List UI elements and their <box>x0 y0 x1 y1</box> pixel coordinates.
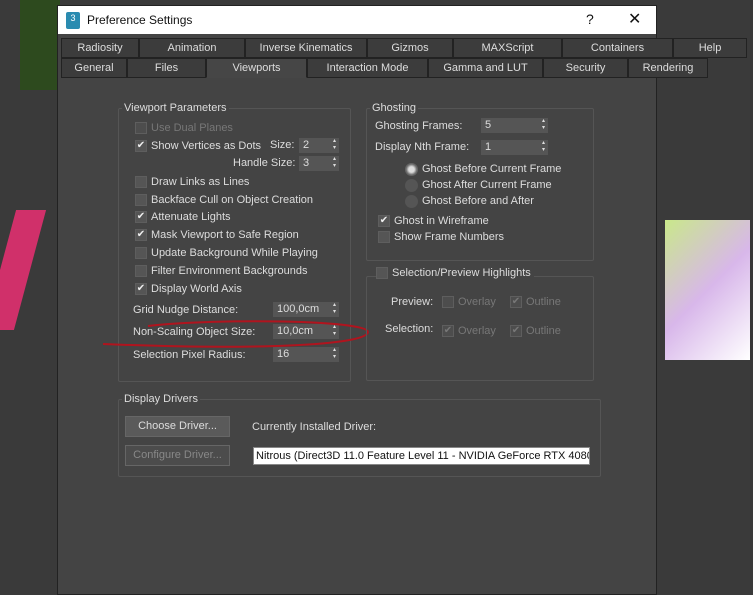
tab-inverse-kinematics[interactable]: Inverse Kinematics <box>245 38 367 58</box>
group-title: Viewport Parameters <box>122 102 229 114</box>
group-title: Ghosting <box>370 102 419 114</box>
checkbox[interactable]: ✔ <box>135 211 147 223</box>
checkbox[interactable] <box>135 194 147 206</box>
tab-maxscript[interactable]: MAXScript <box>453 38 562 58</box>
viewport-pastel-object <box>665 220 750 360</box>
label: Filter Environment Backgrounds <box>151 265 308 277</box>
label: Attenuate Lights <box>151 211 231 223</box>
mask-viewport-checkbox[interactable]: ✔ Mask Viewport to Safe Region <box>135 227 299 243</box>
label: Ghost After Current Frame <box>422 179 552 191</box>
close-button[interactable]: ✕ <box>628 9 641 29</box>
checkbox[interactable]: ✔ <box>135 140 147 152</box>
use-dual-planes-checkbox[interactable]: Use Dual Planes <box>135 120 233 136</box>
tab-security[interactable]: Security <box>543 58 628 78</box>
preview-overlay-checkbox[interactable]: Overlay <box>442 294 496 310</box>
label: Overlay <box>458 325 496 337</box>
label: Update Background While Playing <box>151 247 318 259</box>
draw-links-checkbox[interactable]: Draw Links as Lines <box>135 174 249 190</box>
checkbox[interactable]: ✔ <box>510 296 522 308</box>
label: Show Vertices as Dots <box>151 140 262 152</box>
label: Mask Viewport to Safe Region <box>151 229 299 241</box>
tab-help[interactable]: Help <box>673 38 747 58</box>
label: Overlay <box>458 296 496 308</box>
preference-settings-dialog: 3 Preference Settings ? ✕ Radiosity Anima… <box>57 5 747 595</box>
nth-frame-label: Display Nth Frame: <box>375 141 470 153</box>
checkbox[interactable] <box>135 122 147 134</box>
group-title: Display Drivers <box>122 393 200 405</box>
show-frame-numbers-checkbox[interactable]: Show Frame Numbers <box>378 229 504 245</box>
checkbox[interactable] <box>135 265 147 277</box>
handle-size-spinner[interactable]: 3 <box>299 156 339 171</box>
configure-driver-button[interactable]: Configure Driver... <box>125 445 230 466</box>
filter-env-checkbox[interactable]: Filter Environment Backgrounds <box>135 263 308 279</box>
window-title: Preference Settings <box>87 13 193 27</box>
tab-gamma-and-lut[interactable]: Gamma and LUT <box>428 58 543 78</box>
label: Ghost Before and After <box>422 195 534 207</box>
viewport-green-object <box>20 0 60 90</box>
checkbox[interactable]: ✔ <box>135 229 147 241</box>
radio[interactable] <box>405 194 418 208</box>
checkbox[interactable] <box>135 247 147 259</box>
choose-driver-button[interactable]: Choose Driver... <box>125 416 230 437</box>
ghost-wireframe-checkbox[interactable]: ✔ Ghost in Wireframe <box>378 213 489 229</box>
label: Selection/Preview Highlights <box>392 267 531 279</box>
tab-containers[interactable]: Containers <box>562 38 673 58</box>
size-spinner[interactable]: 2 <box>299 138 339 153</box>
checkbox[interactable]: ✔ <box>510 325 522 337</box>
red-annotation-ellipse <box>102 320 370 348</box>
radio[interactable] <box>405 178 418 192</box>
checkbox[interactable] <box>378 231 390 243</box>
highlights-checkbox[interactable]: Selection/Preview Highlights <box>376 265 534 281</box>
label: Ghost Before Current Frame <box>422 163 562 175</box>
tab-general[interactable]: General <box>61 58 127 78</box>
title-bar[interactable]: 3 Preference Settings ? ✕ <box>58 6 656 34</box>
show-vertices-checkbox[interactable]: ✔ Show Vertices as Dots <box>135 138 261 154</box>
tab-viewports[interactable]: Viewports <box>206 58 307 78</box>
display-world-axis-checkbox[interactable]: ✔ Display World Axis <box>135 281 242 297</box>
checkbox[interactable] <box>135 176 147 188</box>
preview-label: Preview: <box>391 296 434 308</box>
help-button[interactable]: ? <box>586 11 594 27</box>
radio[interactable] <box>405 162 418 176</box>
label: Outline <box>526 325 561 337</box>
viewport-pink-object <box>0 210 47 330</box>
tab-animation[interactable]: Animation <box>139 38 245 58</box>
ghost-before-radio[interactable]: Ghost Before Current Frame <box>405 161 561 177</box>
label: Ghost in Wireframe <box>394 215 489 227</box>
size-label: Size: <box>270 139 295 151</box>
update-background-checkbox[interactable]: Update Background While Playing <box>135 245 318 261</box>
ghosting-frames-spinner[interactable]: 5 <box>481 118 548 133</box>
ghost-after-radio[interactable]: Ghost After Current Frame <box>405 177 552 193</box>
selection-outline-checkbox[interactable]: ✔ Outline <box>510 323 561 339</box>
preview-outline-checkbox[interactable]: ✔ Outline <box>510 294 561 310</box>
installed-driver-field[interactable]: Nitrous (Direct3D 11.0 Feature Level 11 … <box>253 447 590 465</box>
selection-label: Selection: <box>385 323 434 335</box>
label: Use Dual Planes <box>151 122 233 134</box>
3dsmax-app-icon: 3 <box>66 12 80 29</box>
ghosting-frames-label: Ghosting Frames: <box>375 120 463 132</box>
checkbox[interactable] <box>442 296 454 308</box>
checkbox[interactable]: ✔ <box>378 215 390 227</box>
checkbox[interactable]: ✔ <box>442 325 454 337</box>
tab-interaction-mode[interactable]: Interaction Mode <box>307 58 428 78</box>
attenuate-lights-checkbox[interactable]: ✔ Attenuate Lights <box>135 209 231 225</box>
tab-files[interactable]: Files <box>127 58 206 78</box>
backface-cull-checkbox[interactable]: Backface Cull on Object Creation <box>135 192 313 208</box>
tab-gizmos[interactable]: Gizmos <box>367 38 453 58</box>
label: Draw Links as Lines <box>151 176 250 188</box>
nth-frame-spinner[interactable]: 1 <box>481 140 548 155</box>
label: Display World Axis <box>151 283 242 295</box>
tab-radiosity[interactable]: Radiosity <box>61 38 139 58</box>
checkbox[interactable]: ✔ <box>135 283 147 295</box>
label: Show Frame Numbers <box>394 231 505 243</box>
label: Outline <box>526 296 561 308</box>
installed-driver-label: Currently Installed Driver: <box>252 421 377 433</box>
ghost-both-radio[interactable]: Ghost Before and After <box>405 193 534 209</box>
tab-rendering[interactable]: Rendering <box>628 58 708 78</box>
label: Backface Cull on Object Creation <box>151 194 314 206</box>
checkbox[interactable] <box>376 267 388 279</box>
selection-overlay-checkbox[interactable]: ✔ Overlay <box>442 323 496 339</box>
handle-size-label: Handle Size: <box>233 157 296 169</box>
